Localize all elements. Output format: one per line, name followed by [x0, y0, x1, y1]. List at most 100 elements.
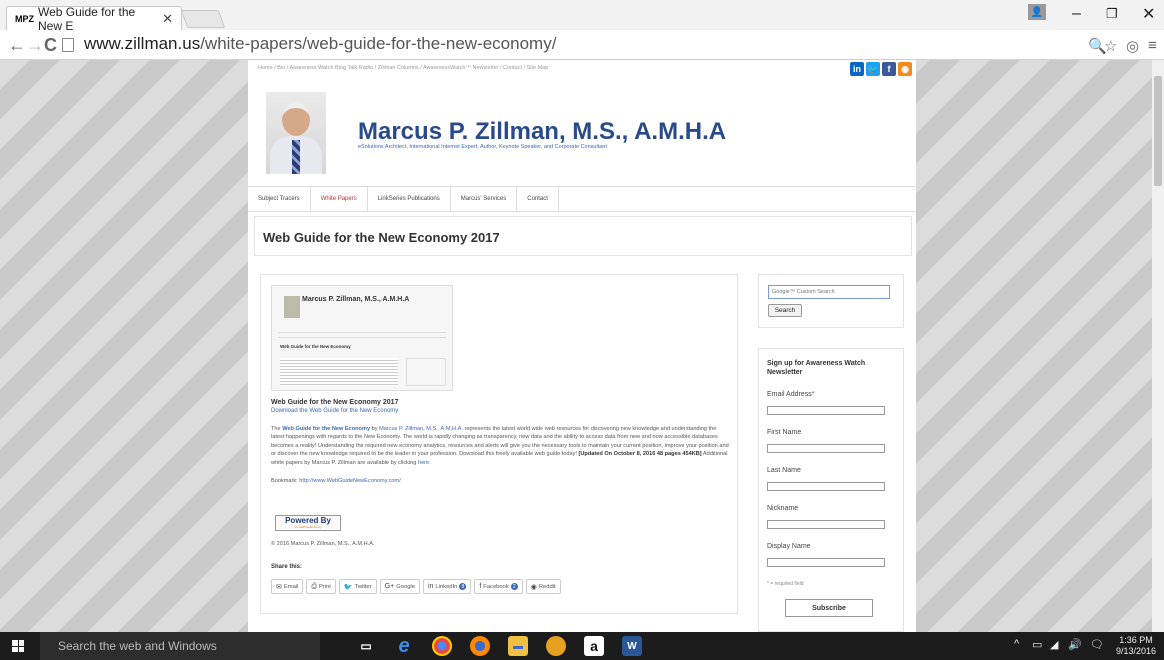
amazon-icon[interactable]: a: [584, 636, 604, 656]
share-print-button[interactable]: ⎙ Print: [306, 579, 336, 594]
twitter-icon[interactable]: 🐦: [866, 62, 880, 76]
favicon-icon: MPZ: [15, 13, 34, 24]
nickname-label: Nickname: [767, 505, 799, 512]
browser-tab-bar: MPZ Web Guide for the New E ✕ 👤 – ❐ ✕: [0, 0, 1164, 33]
nav-services[interactable]: Marcus' Services: [451, 187, 518, 211]
rss-icon[interactable]: ◉: [898, 62, 912, 76]
firefox-icon[interactable]: [470, 636, 490, 656]
restore-icon[interactable]: ❐: [1106, 2, 1118, 26]
email-icon: ✉: [276, 583, 282, 591]
author-photo: [266, 92, 326, 174]
here-link[interactable]: here: [418, 460, 429, 466]
browser-tab[interactable]: MPZ Web Guide for the New E ✕: [6, 5, 182, 33]
back-icon[interactable]: ←: [8, 35, 26, 56]
new-tab-button[interactable]: [180, 10, 226, 28]
edge-icon[interactable]: e: [394, 635, 414, 657]
facebook-icon[interactable]: f: [882, 62, 896, 76]
social-links: in 🐦 f ◉: [850, 62, 912, 76]
nickname-field[interactable]: [767, 520, 885, 529]
task-view-icon[interactable]: ▭: [356, 636, 376, 656]
taskbar: Search the web and Windows ▭ e ▬ a W ^ ▭…: [0, 632, 1164, 660]
clock[interactable]: 1:36 PM 9/13/2016: [1110, 635, 1162, 657]
display-name-field[interactable]: [767, 558, 885, 567]
share-label: Share this:: [271, 564, 303, 570]
google-plus-icon: G+: [384, 583, 395, 590]
share-reddit-button[interactable]: ◉ Reddit: [525, 579, 561, 594]
download-link[interactable]: Download the Web Guide for the New Econo…: [271, 408, 398, 414]
article-thumbnail[interactable]: Marcus P. Zillman, M.S., A.M.H.A Web Gui…: [271, 285, 453, 391]
scrollbar[interactable]: [1152, 60, 1164, 632]
reddit-icon: ◉: [530, 583, 537, 591]
required-note: * = required field: [767, 581, 804, 587]
first-name-field[interactable]: [767, 444, 885, 453]
newsletter-widget: Sign up for Awareness Watch Newsletter E…: [758, 348, 904, 632]
url-domain: www.zillman.us: [84, 34, 201, 53]
share-twitter-button[interactable]: 🐦 Twitter: [338, 579, 377, 594]
thumbnail-site-name: Marcus P. Zillman, M.S., A.M.H.A: [302, 296, 410, 303]
menu-icon[interactable]: ≡: [1148, 37, 1157, 54]
display-name-label: Display Name: [767, 543, 811, 550]
url-path: /white-papers/web-guide-for-the-new-econ…: [200, 34, 557, 53]
close-tab-icon[interactable]: ✕: [162, 11, 173, 27]
thumbnail-title: Web Guide for the New Economy: [280, 344, 351, 349]
print-icon: ⎙: [311, 582, 317, 590]
article-content: Marcus P. Zillman, M.S., A.M.H.A Web Gui…: [260, 274, 738, 614]
bookmark-star-icon[interactable]: ☆: [1104, 37, 1117, 55]
page-title-box: Web Guide for the New Economy 2017: [254, 216, 912, 256]
last-name-field[interactable]: [767, 482, 885, 491]
close-window-icon[interactable]: ✕: [1142, 2, 1155, 26]
scrollbar-thumb[interactable]: [1154, 76, 1162, 186]
main-nav: Subject Tracers White Papers LinkSeries …: [248, 186, 916, 212]
taskbar-search[interactable]: Search the web and Windows: [40, 632, 320, 660]
newsletter-title: Sign up for Awareness Watch Newsletter: [767, 360, 866, 376]
site-tagline: eSolutions Architect, International Inte…: [358, 144, 607, 150]
twitter-icon: 🐦: [343, 583, 353, 591]
search-button[interactable]: Search: [768, 304, 802, 317]
minimize-icon[interactable]: –: [1072, 2, 1081, 26]
guide-link[interactable]: Web Guide for the New Economy: [282, 426, 370, 432]
windows-start-icon[interactable]: [12, 640, 24, 652]
page-title: Web Guide for the New Economy 2017: [263, 230, 500, 245]
last-name-label: Last Name: [767, 467, 801, 474]
email-field[interactable]: [767, 406, 885, 415]
nav-white-papers[interactable]: White Papers: [311, 187, 368, 211]
chrome-icon[interactable]: [432, 636, 452, 656]
nav-subject-tracers[interactable]: Subject Tracers: [248, 187, 311, 211]
show-hidden-icons[interactable]: ^: [1014, 638, 1019, 650]
user-profile-icon[interactable]: 👤: [1028, 4, 1046, 20]
site-header: Marcus P. Zillman, M.S., A.M.H.A eSoluti…: [248, 78, 916, 182]
subscribe-button[interactable]: Subscribe: [785, 599, 873, 617]
bookmark-link[interactable]: http://www.WebGuideNewEconomy.com/: [299, 478, 400, 484]
word-icon[interactable]: W: [622, 636, 642, 656]
page-viewport: Home / Bio / Awareness Watch Blog Talk R…: [0, 60, 1152, 632]
article-title: Web Guide for the New Economy 2017: [271, 399, 399, 406]
page-icon: [62, 38, 74, 52]
site-name[interactable]: Marcus P. Zillman, M.S., A.M.H.A: [358, 118, 726, 146]
share-facebook-button[interactable]: f Facebook 2: [474, 579, 523, 594]
app-icon[interactable]: [546, 636, 566, 656]
extension-icon[interactable]: ◎: [1126, 37, 1139, 55]
search-input[interactable]: [768, 285, 890, 299]
linkedin-icon: in: [427, 583, 434, 590]
page-container: Home / Bio / Awareness Watch Blog Talk R…: [248, 60, 916, 632]
wifi-icon[interactable]: ◢: [1050, 638, 1058, 651]
address-bar[interactable]: www.zillman.us/white-papers/web-guide-fo…: [84, 34, 556, 54]
share-linkedin-button[interactable]: in LinkedIn 8: [422, 579, 472, 594]
volume-icon[interactable]: 🔊: [1068, 638, 1082, 651]
author-link[interactable]: Marcus P. Zillman, M.S., A.M.H.A.: [379, 426, 463, 432]
browser-toolbar: ← → C www.zillman.us/white-papers/web-gu…: [0, 30, 1164, 60]
copyright: © 2016 Marcus P. Zillman, M.S., A.M.H.A.: [271, 541, 375, 547]
battery-icon[interactable]: ▭: [1032, 638, 1042, 651]
linkedin-icon[interactable]: in: [850, 62, 864, 76]
powered-by-badge[interactable]: Powered By VirtualPrivateLibrary: [275, 515, 341, 531]
nav-contact[interactable]: Contact: [517, 187, 559, 211]
share-buttons: ✉ Email ⎙ Print 🐦 Twitter G+ Google in Linked…: [271, 579, 561, 594]
notifications-icon[interactable]: 🗨: [1090, 638, 1104, 651]
forward-icon[interactable]: →: [26, 35, 44, 56]
breadcrumb[interactable]: Home / Bio / Awareness Watch Blog Talk R…: [258, 65, 548, 71]
share-google-button[interactable]: G+ Google: [379, 579, 420, 594]
file-explorer-icon[interactable]: ▬: [508, 636, 528, 656]
reload-icon[interactable]: C: [44, 35, 57, 56]
nav-linkseries[interactable]: LinkSeries Publications: [368, 187, 451, 211]
share-email-button[interactable]: ✉ Email: [271, 579, 304, 594]
